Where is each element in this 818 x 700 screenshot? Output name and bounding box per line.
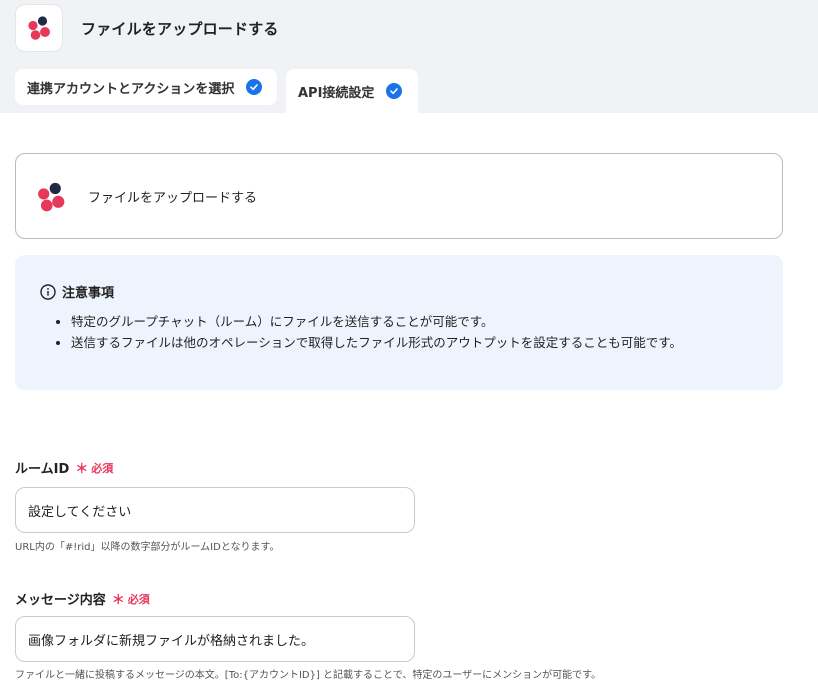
required-asterisk: ＊ — [111, 593, 125, 608]
field-label-text: ルームID — [15, 462, 70, 477]
message-input[interactable]: 画像フォルダに新規ファイルが格納されました。 — [15, 616, 415, 662]
notice-list: 特定のグループチャット（ルーム）にファイルを送信することが可能です。 送信するフ… — [55, 311, 682, 353]
room-id-value: 設定してください — [28, 504, 132, 520]
info-icon — [40, 283, 56, 300]
app-logo-icon — [38, 182, 65, 212]
message-value: 画像フォルダに新規ファイルが格納されました。 — [28, 633, 315, 649]
room-id-label: ルームID ＊ 必須 — [15, 458, 114, 478]
tab-account-action[interactable]: 連携アカウントとアクションを選択 — [15, 69, 277, 105]
check-circle-icon — [246, 79, 263, 95]
app-logo-box — [15, 4, 63, 52]
field-label-text: メッセージ内容 — [15, 593, 106, 608]
tab-label: 連携アカウントとアクションを選択 — [27, 81, 235, 97]
page-title: ファイルをアップロードする — [81, 20, 279, 38]
notice-item: 送信するファイルは他のオペレーションで取得したファイル形式のアウトプットを設定す… — [71, 332, 682, 353]
check-circle-icon — [386, 83, 403, 99]
notice-title: 注意事項 — [62, 286, 115, 301]
app-logo-icon — [28, 16, 50, 40]
message-hint: ファイルと一緒に投稿するメッセージの本文。[To:{アカウントID}] と記載す… — [15, 670, 602, 681]
required-text: 必須 — [127, 592, 150, 606]
notice-heading: 注意事項 — [40, 282, 114, 301]
action-label: ファイルをアップロードする — [88, 191, 258, 206]
required-text: 必須 — [91, 461, 114, 475]
room-id-input[interactable]: 設定してください — [15, 487, 415, 533]
action-card: ファイルをアップロードする — [15, 153, 783, 239]
notice-box: 注意事項 特定のグループチャット（ルーム）にファイルを送信することが可能です。 … — [15, 255, 783, 390]
tab-label: API接続設定 — [298, 85, 375, 101]
tab-api-settings[interactable]: API接続設定 — [286, 69, 418, 113]
required-asterisk: ＊ — [75, 462, 89, 477]
message-label: メッセージ内容 ＊ 必須 — [15, 589, 150, 609]
notice-item: 特定のグループチャット（ルーム）にファイルを送信することが可能です。 — [71, 311, 682, 332]
room-id-hint: URL内の「#!rid」以降の数字部分がルームIDとなります。 — [15, 542, 280, 553]
